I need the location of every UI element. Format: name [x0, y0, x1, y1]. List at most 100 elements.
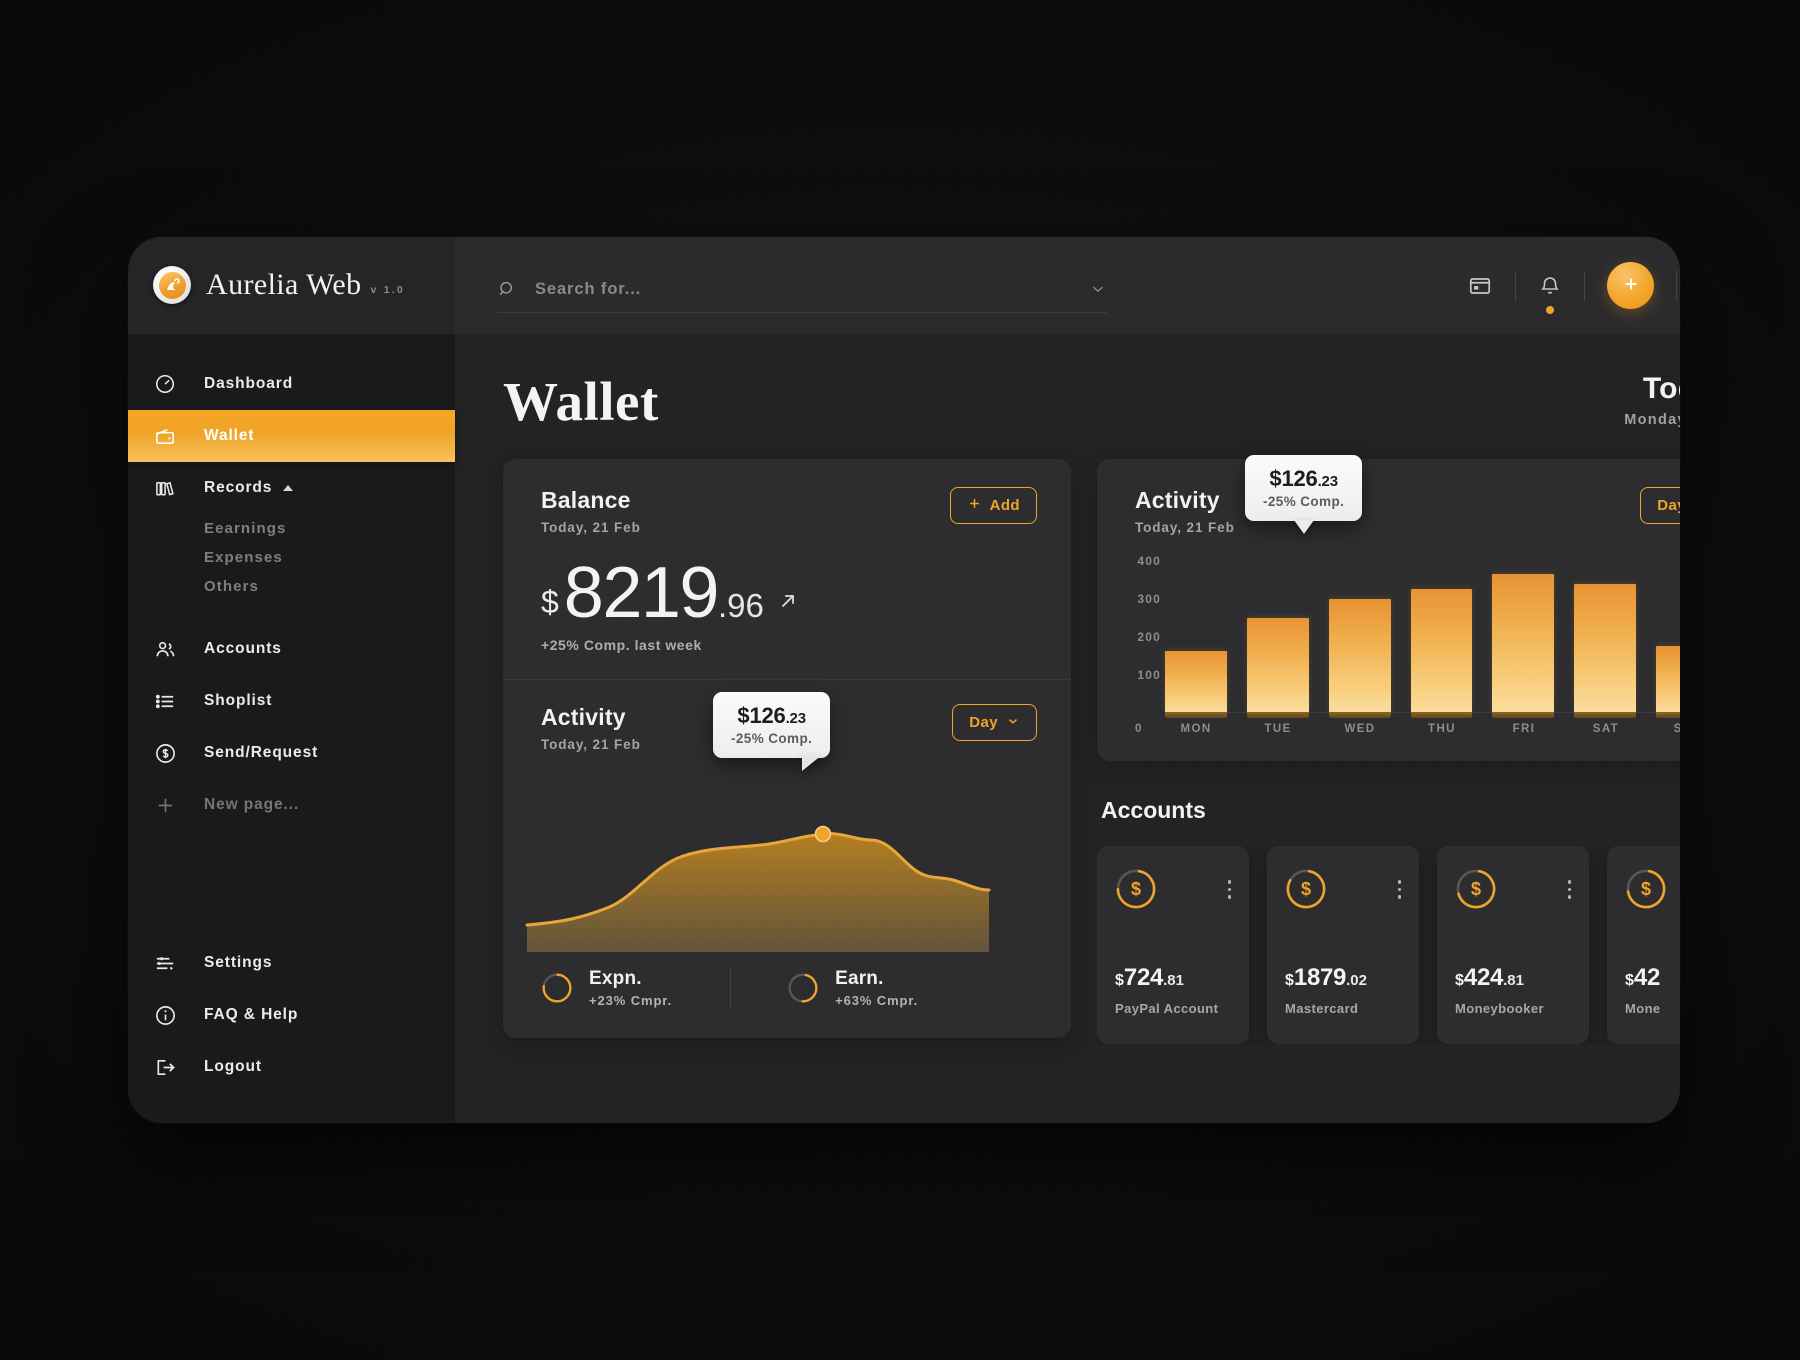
sidebar-item-dashboard[interactable]: Dashboard — [128, 358, 455, 410]
sidebar-subitem-earnings[interactable]: Eearnings — [128, 514, 455, 543]
sidebar-subitem-expenses[interactable]: Expenses — [128, 543, 455, 572]
sidebar-item-settings[interactable]: Settings — [128, 937, 455, 989]
bar-column — [1656, 561, 1680, 718]
sidebar-item-label: New page... — [204, 796, 300, 813]
activity-right-period-button[interactable]: Day — [1640, 487, 1680, 524]
speedometer-icon — [154, 373, 188, 395]
area-chart-svg — [525, 826, 991, 953]
activity-right-period-label: Day — [1657, 497, 1680, 514]
stat-name: Earn. — [835, 968, 884, 990]
account-card-partial[interactable]: $ $ 42 Mone — [1607, 846, 1680, 1044]
activity-right-header: Activity Today, 21 Feb $126.23 -25% Comp… — [1097, 455, 1680, 535]
sidebar-item-accounts[interactable]: Accounts — [128, 623, 455, 675]
y-tick-100: 100 — [1137, 668, 1161, 682]
date-range-selector[interactable]: Today Monday 28, 2018 — [1624, 372, 1680, 428]
account-card-mastercard[interactable]: $ $ 1879 .02 Mastercard — [1267, 846, 1419, 1044]
bar-mon[interactable] — [1165, 650, 1227, 719]
stat-sub: +63% Cmpr. — [835, 993, 919, 1009]
bar-sat[interactable] — [1574, 584, 1637, 718]
activity-left-title: Activity — [541, 704, 626, 731]
divider — [1515, 270, 1516, 301]
sidebar-item-new-page[interactable]: New page... — [128, 779, 455, 831]
activity-left-period-button[interactable]: Day — [952, 704, 1037, 742]
add-balance-button[interactable]: Add — [949, 487, 1037, 524]
balance-activity-card: Balance Today, 21 Feb Add $ 8219 .96 +25… — [503, 459, 1071, 1039]
date-range-label: Today — [1642, 372, 1680, 405]
bell-icon[interactable] — [1538, 274, 1562, 314]
sidebar-item-records[interactable]: Records — [128, 462, 455, 514]
tooltip-amount: $126.23 — [737, 703, 806, 729]
sidebar-subitem-others[interactable]: Others — [128, 572, 455, 601]
sidebar-nav: Dashboard Wallet Records Eearnings Expen… — [128, 334, 455, 937]
x-tick-sat: SAT — [1592, 723, 1620, 735]
sidebar-item-send-request[interactable]: Send/Request — [128, 727, 455, 779]
brand[interactable]: Aurelia Web v 1.0 — [128, 237, 455, 334]
account-integer: 1879 — [1293, 964, 1347, 991]
activity-right-tooltip: $126.23 -25% Comp. — [1245, 455, 1363, 534]
bar-tue[interactable] — [1246, 618, 1309, 718]
notification-dot — [1546, 305, 1554, 314]
dollar-icon: $ — [1470, 878, 1481, 899]
plus-icon — [967, 496, 982, 515]
app-window: Aurelia Web v 1.0 Dashboard Wallet Recor… — [128, 237, 1680, 1123]
accounts-header: Accounts — [1097, 797, 1680, 824]
search-input[interactable] — [535, 279, 1079, 299]
sidebar-item-wallet[interactable]: Wallet — [128, 410, 455, 462]
more-vertical-icon[interactable] — [1397, 868, 1401, 899]
dashboard-grid: Balance Today, 21 Feb Add $ 8219 .96 +25… — [503, 455, 1681, 1044]
y-axis-labels: 400 300 200 100 — [1119, 554, 1161, 713]
account-name: PayPal Account — [1115, 1001, 1219, 1016]
activity-left-subtitle: Today, 21 Feb — [541, 737, 641, 753]
account-card-moneybooker[interactable]: $ $ 424 .81 Moneybooker — [1437, 846, 1589, 1044]
bar-sun[interactable] — [1656, 646, 1680, 718]
activity-left-header: Activity Today, 21 Feb $126.23 -25% Comp… — [503, 680, 1071, 772]
tooltip-cents: .23 — [1317, 473, 1338, 490]
right-column: Activity Today, 21 Feb $126.23 -25% Comp… — [1097, 455, 1681, 1044]
activity-bar-card: Activity Today, 21 Feb $126.23 -25% Comp… — [1097, 455, 1681, 761]
bar-series — [1165, 561, 1680, 719]
bar-chart: 400 300 200 100 0 MON TUE WED THU FRI SA… — [1119, 554, 1681, 739]
more-vertical-icon[interactable] — [1567, 868, 1571, 899]
bar-column — [1410, 561, 1473, 719]
plus-icon — [1621, 274, 1641, 297]
list-icon — [154, 690, 188, 713]
plus-icon — [154, 794, 188, 817]
brand-version: v 1.0 — [370, 284, 405, 296]
wallet-icon — [154, 425, 188, 448]
earn-ring-icon — [788, 973, 818, 1003]
divider — [1676, 270, 1677, 301]
tooltip-cents: .23 — [785, 710, 806, 728]
search-icon — [497, 279, 517, 299]
users-icon — [154, 638, 188, 661]
brand-name: Aurelia Web — [206, 268, 362, 301]
sidebar-item-label: Send/Request — [204, 744, 319, 761]
search-bar[interactable] — [497, 267, 1107, 313]
wallet-card-icon[interactable] — [1467, 273, 1493, 299]
y-tick-400: 400 — [1137, 554, 1161, 568]
account-card-paypal[interactable]: $ $ 724 .81 PayPal Account — [1097, 846, 1249, 1044]
chevron-down-icon[interactable] — [1089, 280, 1107, 298]
sidebar-item-shoplist[interactable]: Shoplist — [128, 675, 455, 727]
add-button[interactable] — [1607, 262, 1654, 309]
tooltip-tail — [802, 755, 823, 772]
dollar-icon: $ — [1640, 878, 1651, 899]
bar-thu[interactable] — [1410, 588, 1473, 719]
stat-earnings: Earn. +63% Cmpr. — [787, 968, 918, 1008]
more-vertical-icon[interactable] — [1227, 868, 1231, 899]
dollar-icon: $ — [1130, 878, 1141, 899]
sidebar-item-faq-help[interactable]: FAQ & Help — [128, 989, 455, 1041]
sidebar-item-logout[interactable]: Logout — [128, 1041, 455, 1093]
balance-currency: $ — [541, 584, 559, 620]
x-axis-labels: MON TUE WED THU FRI SAT SUN — [1165, 723, 1681, 735]
y-tick-0: 0 — [1135, 723, 1142, 735]
sidebar-item-label: Wallet — [204, 427, 255, 444]
x-tick-wed: WED — [1344, 723, 1376, 735]
bar-column — [1328, 561, 1391, 718]
x-tick-sun: SUN — [1673, 723, 1680, 735]
bar-fri[interactable] — [1492, 574, 1555, 718]
bar-column — [1165, 561, 1227, 719]
account-name: Mastercard — [1285, 1001, 1359, 1016]
account-integer: 724 — [1123, 964, 1164, 991]
divider — [730, 968, 732, 1009]
bar-wed[interactable] — [1328, 599, 1391, 718]
